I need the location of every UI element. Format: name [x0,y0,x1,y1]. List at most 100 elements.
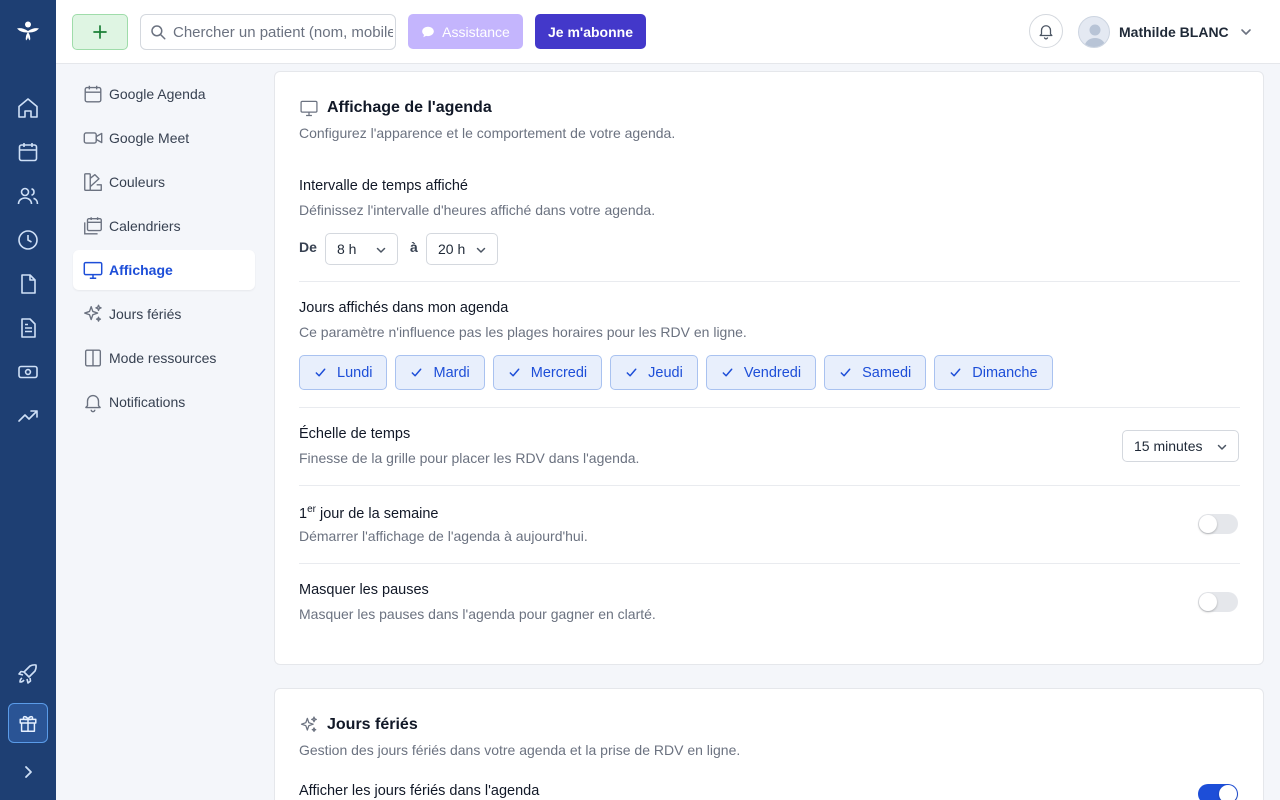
day-chip-dimanche[interactable]: Dimanche [934,355,1053,390]
home-icon[interactable] [16,96,40,120]
nav-google-agenda[interactable]: Google Agenda [73,74,255,114]
days-toggle-group: Lundi Mardi Mercredi Jeudi Vendredi Same… [299,355,1053,390]
divider [299,407,1240,408]
time-scale-select[interactable]: 15 minutes [1122,430,1239,462]
to-label: à [410,239,418,255]
first-day-toggle[interactable] [1198,514,1238,534]
card-title: Jours fériés [327,716,418,733]
divider [299,281,1240,282]
add-button[interactable] [72,14,128,50]
nav-label: Google Meet [109,130,190,146]
chevron-down-icon [1240,29,1251,35]
avatar [1078,16,1110,48]
users-icon[interactable] [16,184,40,208]
nav-mode-ressources[interactable]: Mode ressources [73,338,255,378]
notifications-button[interactable] [1029,14,1063,48]
settings-nav: Google Agenda Google Meet Couleurs Calen… [73,74,255,426]
toggle-knob [1199,515,1217,533]
bell-icon [82,391,104,413]
check-icon [950,368,961,377]
chat-bubble-icon [422,26,434,37]
check-icon [412,368,422,377]
rocket-icon[interactable] [16,662,40,686]
nav-notifications[interactable]: Notifications [73,382,255,422]
day-label: Mercredi [530,364,588,381]
assistance-button[interactable]: Assistance [408,14,523,49]
calendar-icon [82,83,104,105]
check-icon [722,368,733,377]
chevron-down-icon [376,247,386,253]
time-scale-value: 15 minutes [1134,438,1203,454]
patient-search[interactable] [140,14,396,50]
gift-icon [19,715,37,732]
day-chip-mercredi[interactable]: Mercredi [492,355,603,390]
nav-couleurs[interactable]: Couleurs [73,162,255,202]
chevron-down-icon [1217,444,1227,450]
user-name: Mathilde BLANC [1119,24,1229,40]
day-chip-vendredi[interactable]: Vendredi [705,355,817,390]
payment-icon[interactable] [16,360,40,384]
day-label: Jeudi [648,364,683,381]
nav-label: Notifications [109,394,186,410]
day-label: Dimanche [972,364,1038,381]
to-hour-select[interactable]: 20 h [426,233,498,265]
toggle-knob [1199,593,1217,611]
columns-icon [82,347,104,369]
palette-icon [82,171,104,193]
day-chip-mardi[interactable]: Mardi [395,355,485,390]
file-text-icon[interactable] [16,316,40,340]
nav-google-meet[interactable]: Google Meet [73,118,255,158]
day-chip-jeudi[interactable]: Jeudi [610,355,698,390]
day-chip-lundi[interactable]: Lundi [299,355,388,390]
app-rail [0,0,56,800]
holidays-card: Jours fériés Gestion des jours fériés da… [274,688,1264,800]
from-label: De [299,239,317,255]
document-icon[interactable] [16,272,40,296]
sparkles-icon [82,303,104,325]
gift-button[interactable] [8,703,48,743]
search-input[interactable] [173,23,393,41]
card-subtitle: Configurez l'apparence et le comportemen… [299,125,676,141]
nav-jours-feries[interactable]: Jours fériés [73,294,255,334]
assistance-label: Assistance [442,23,510,40]
hide-breaks-toggle[interactable] [1198,592,1238,612]
holidays-header: Jours fériés [299,715,418,735]
first-day-title: 1er jour de la semaine [299,504,439,522]
interval-desc: Définissez l'intervalle d'heures affiché… [299,202,656,218]
expand-rail-icon[interactable] [16,760,40,784]
divider [299,485,1240,486]
bell-icon [1039,25,1053,40]
day-label: Mardi [433,364,470,381]
first-day-text: jour de la semaine [315,505,439,522]
display-header: Affichage de l'agenda [299,98,492,118]
clock-icon[interactable] [16,228,40,252]
check-icon [626,368,637,377]
video-camera-icon [82,127,104,149]
toggle-knob [1219,785,1237,800]
first-day-desc: Démarrer l'affichage de l'agenda à aujou… [299,528,588,544]
show-holidays-toggle[interactable] [1198,784,1238,800]
card-subtitle: Gestion des jours fériés dans votre agen… [299,742,741,758]
stats-trend-icon[interactable] [16,404,40,428]
nav-affichage[interactable]: Affichage [73,250,255,290]
top-bar: Assistance Je m'abonne Mathilde BLANC [56,0,1280,64]
nav-label: Google Agenda [109,86,206,102]
nav-label: Affichage [109,262,173,278]
nav-calendriers[interactable]: Calendriers [73,206,255,246]
check-icon [840,368,851,377]
search-icon [151,25,166,40]
calendar-icon[interactable] [16,140,40,164]
chevron-down-icon [476,247,486,253]
day-label: Samedi [862,364,912,381]
day-chip-samedi[interactable]: Samedi [824,355,927,390]
hide-breaks-title: Masquer les pauses [299,582,429,598]
days-title: Jours affichés dans mon agenda [299,300,509,316]
user-menu[interactable]: Mathilde BLANC [1078,16,1253,48]
scale-desc: Finesse de la grille pour placer les RDV… [299,450,640,466]
monitor-icon [82,259,104,281]
nav-label: Couleurs [109,174,166,190]
app-logo-icon[interactable] [16,19,40,43]
from-hour-select[interactable]: 8 h [325,233,398,265]
calendars-icon [82,215,104,237]
subscribe-button[interactable]: Je m'abonne [535,14,646,49]
